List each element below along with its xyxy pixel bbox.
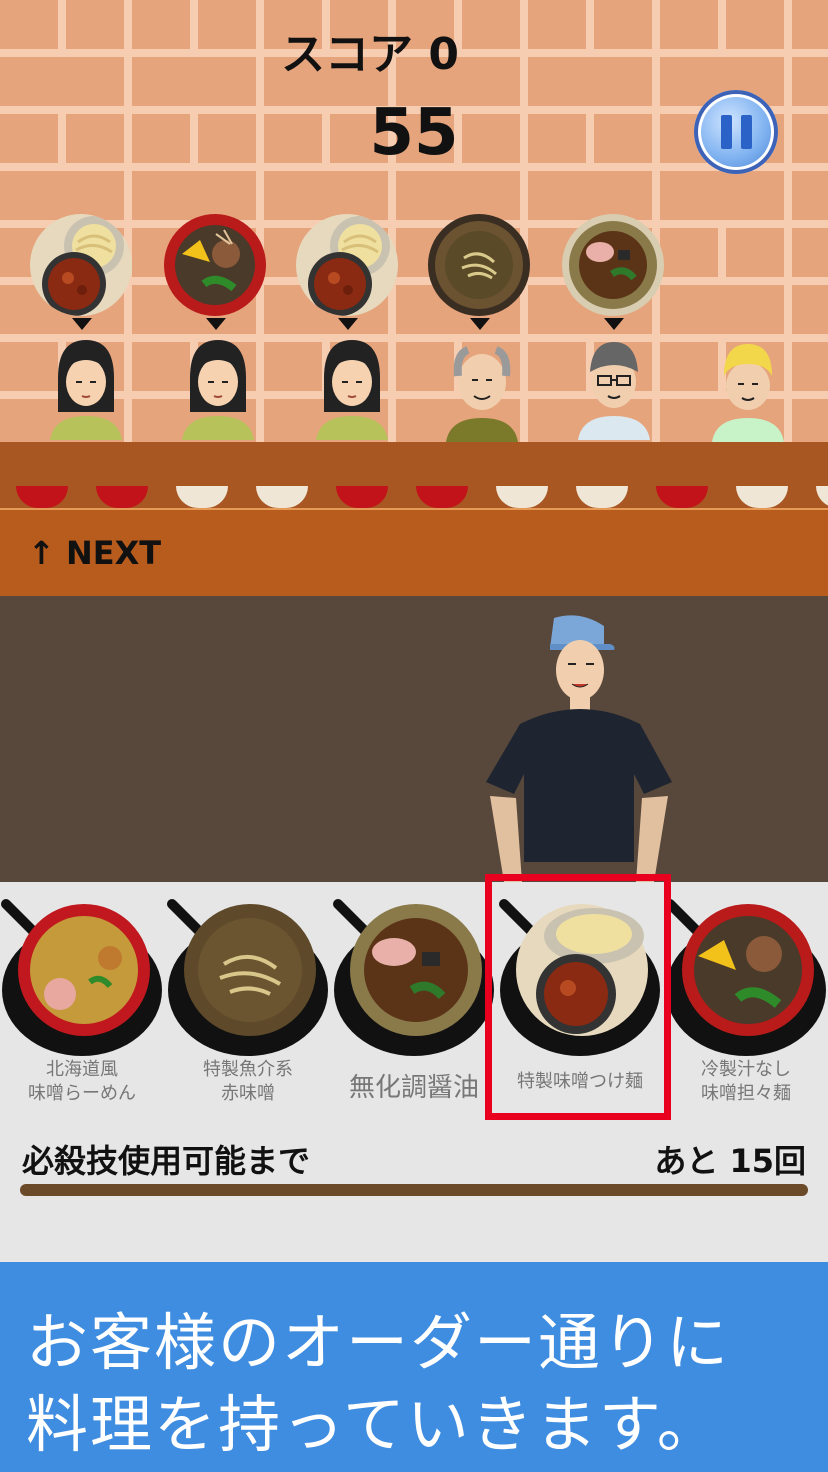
customer-3 xyxy=(296,214,400,330)
kitchen-area xyxy=(0,596,828,882)
dish-label: 無化調醤油 xyxy=(348,1073,479,1103)
woman-customer-icon xyxy=(182,340,254,440)
order-bubble-tsukemen xyxy=(30,214,132,316)
bubble-pointer-icon xyxy=(338,318,358,330)
next-label: ↑ NEXT xyxy=(28,534,162,572)
customer-5 xyxy=(562,214,666,330)
selected-dish-highlight xyxy=(485,874,671,1120)
frying-pan-icon xyxy=(0,898,164,1058)
pause-icon xyxy=(701,97,771,167)
dish-label: 特製魚介系 赤味噌 xyxy=(203,1059,293,1104)
frying-pan-icon xyxy=(166,898,330,1058)
bubble-pointer-icon xyxy=(206,318,226,330)
customer-1 xyxy=(30,214,134,330)
tutorial-text-line-2: 料理を持っていきます。 xyxy=(26,1388,721,1461)
special-move-remaining: あと 15回 xyxy=(654,1142,806,1180)
frying-pan-icon xyxy=(332,898,496,1058)
dish-hokkaido-miso[interactable]: 北海道風 味噌らーめん xyxy=(0,898,164,1106)
dish-reisei-tantanmen[interactable]: 冷製汁なし 味噌担々麺 xyxy=(664,898,828,1106)
special-move-label: 必殺技使用可能まで xyxy=(22,1142,311,1180)
customer-2 xyxy=(164,214,268,330)
glasses-man-customer-icon xyxy=(578,342,650,440)
woman-customer-icon xyxy=(316,340,388,440)
order-bubble-tsukemen xyxy=(296,214,398,316)
score-display: スコア 0 xyxy=(281,29,459,80)
dish-label: 冷製汁なし 味噌担々麺 xyxy=(701,1059,791,1104)
tutorial-text-line-1: お客様のオーダー通りに xyxy=(26,1306,731,1379)
dish-mukacho-shoyu[interactable]: 無化調醤油 xyxy=(332,898,496,1118)
woman-customer-icon xyxy=(50,340,122,440)
bubble-pointer-icon xyxy=(72,318,92,330)
pause-button[interactable] xyxy=(694,90,778,174)
chef-character xyxy=(486,615,672,882)
dish-gyokai-akamiso[interactable]: 特製魚介系 赤味噌 xyxy=(166,898,330,1106)
blond-boy-customer-icon xyxy=(712,344,784,442)
order-bubble-tantanmen xyxy=(164,214,266,316)
old-man-customer-icon xyxy=(446,346,518,442)
bubble-pointer-icon xyxy=(470,318,490,330)
dish-label: 北海道風 味噌らーめん xyxy=(28,1059,136,1104)
tutorial-banner: お客様のオーダー通りに 料理を持っていきます。 xyxy=(0,1262,828,1472)
next-conveyor: ↑ NEXT xyxy=(0,508,828,598)
frying-pan-icon xyxy=(664,898,828,1058)
order-bubble-gyokai-akamiso xyxy=(428,214,530,316)
order-bubble-mukacho-shoyu xyxy=(562,214,664,316)
bubble-pointer-icon xyxy=(604,318,624,330)
special-move-gauge xyxy=(20,1184,808,1196)
customer-4 xyxy=(428,214,532,330)
